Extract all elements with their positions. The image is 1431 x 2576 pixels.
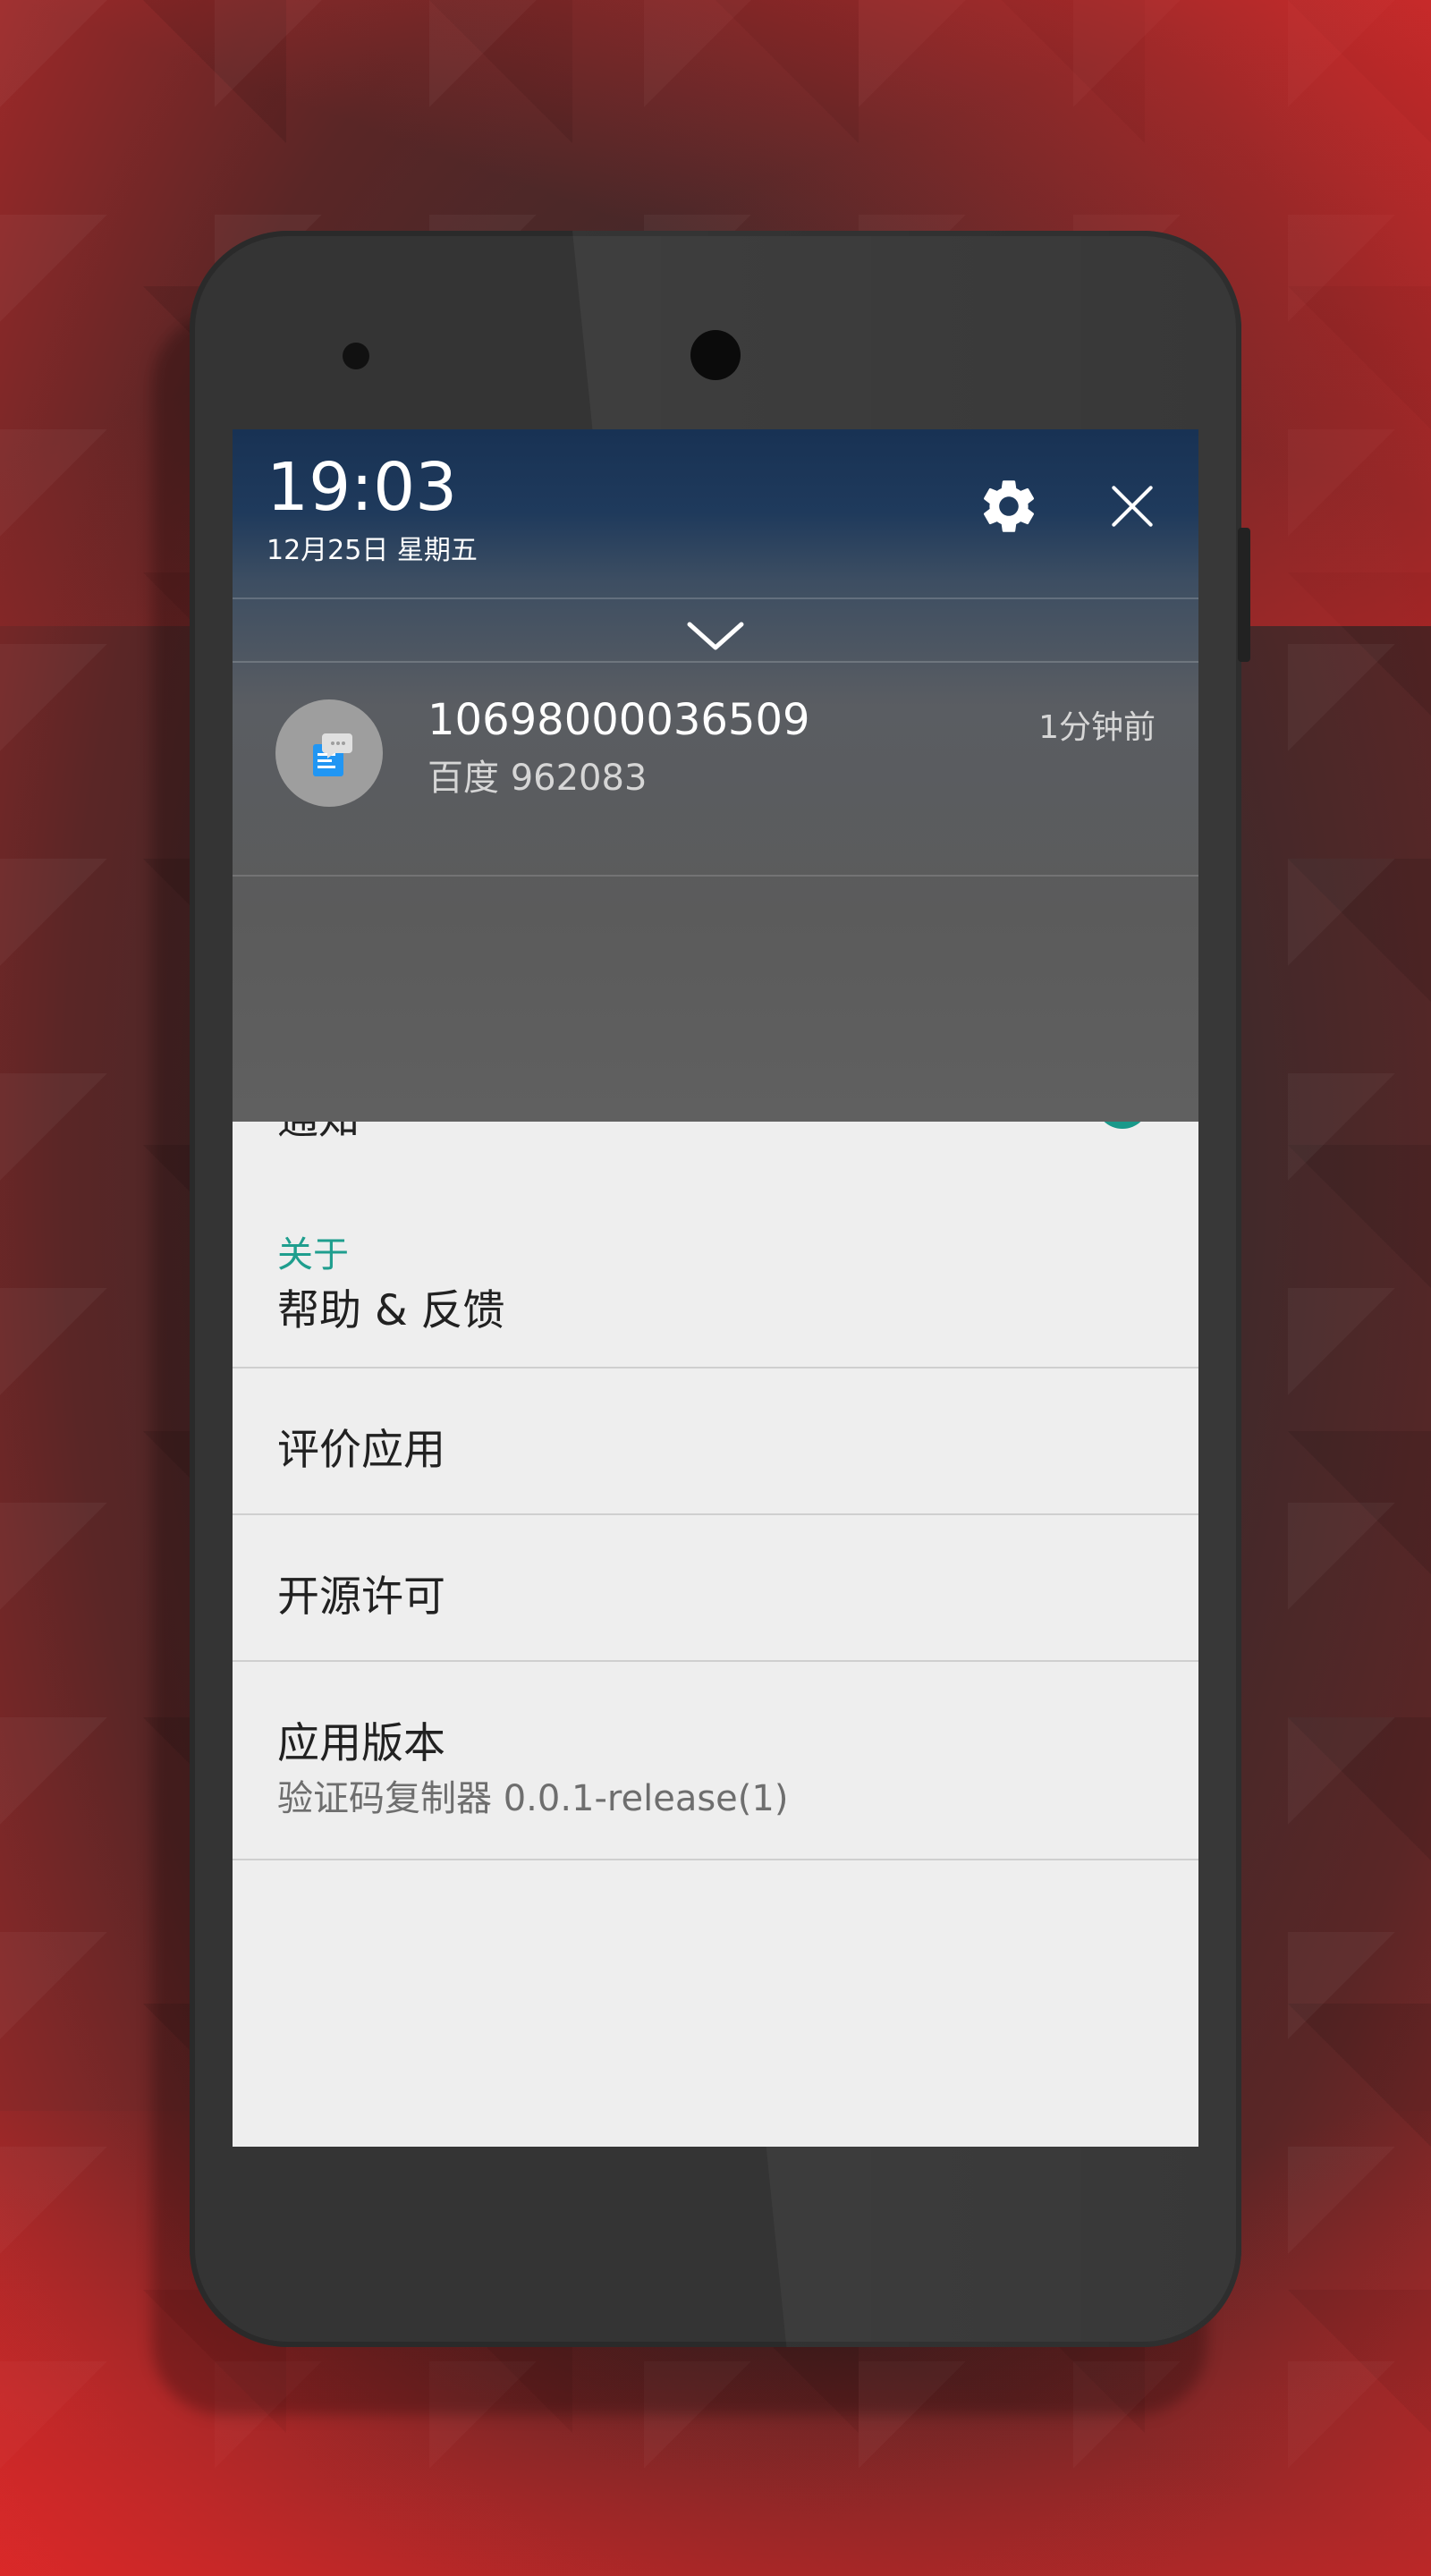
gear-icon[interactable] (977, 474, 1041, 538)
notification-sender: 10698000036509 (428, 695, 810, 745)
pref-open-source-licenses[interactable]: 开源许可 (233, 1515, 1198, 1662)
pref-title: 应用版本 (277, 1719, 445, 1768)
phone-screen: 通知 关于 帮助 & 反馈 评价应用 开源许可 应用版本 验证码复制器 0.0.… (233, 429, 1198, 2147)
pref-rate-app[interactable]: 评价应用 (233, 1368, 1198, 1515)
notification-time: 1分钟前 (1038, 709, 1156, 746)
shade-divider (233, 875, 1198, 877)
notification-shade: 19:03 12月25日 星期五 10698000036509 百度 96208… (233, 429, 1198, 1122)
notification-app-icon (275, 699, 383, 807)
sms-message-icon (313, 733, 352, 776)
shade-clock: 19:03 (267, 449, 458, 526)
chevron-down-icon[interactable] (684, 608, 747, 662)
pref-title: 开源许可 (277, 1572, 445, 1622)
front-camera (690, 330, 741, 380)
pref-title: 评价应用 (277, 1426, 445, 1475)
power-button (1238, 528, 1250, 662)
shade-divider (233, 661, 1198, 663)
pref-title: 帮助 & 反馈 (277, 1286, 505, 1335)
pref-summary: 验证码复制器 0.0.1-release(1) (277, 1778, 789, 1819)
sms-notification[interactable]: 10698000036509 百度 962083 1分钟前 (233, 664, 1198, 877)
notification-message: 百度 962083 (428, 758, 648, 799)
shade-date: 12月25日 星期五 (267, 535, 478, 566)
sensor-dot (343, 343, 369, 369)
pref-app-version[interactable]: 应用版本 验证码复制器 0.0.1-release(1) (233, 1662, 1198, 1860)
shade-divider (233, 597, 1198, 599)
pref-help-feedback[interactable]: 帮助 & 反馈 (233, 1270, 1198, 1368)
close-icon[interactable] (1105, 479, 1160, 534)
